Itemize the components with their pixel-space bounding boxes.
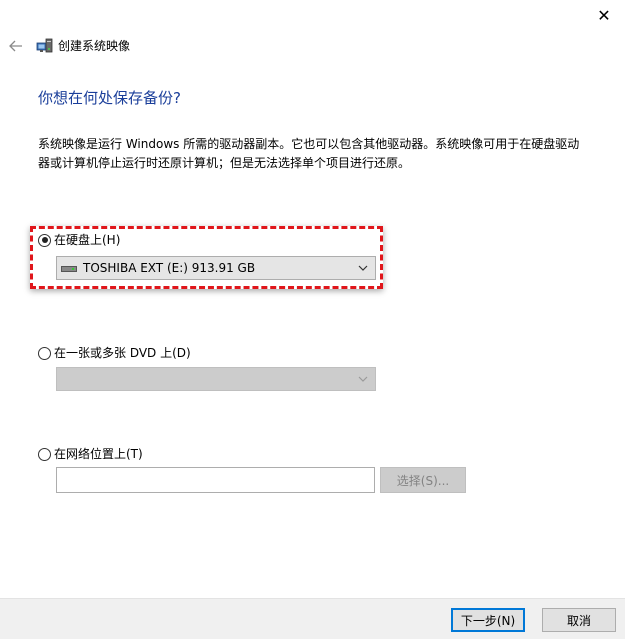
hard-disk-selected-value: TOSHIBA EXT (E:) 913.91 GB (83, 261, 256, 275)
network-path-input[interactable] (56, 467, 375, 493)
system-image-icon (36, 38, 54, 54)
chevron-down-icon (357, 372, 369, 386)
arrow-left-icon (9, 40, 22, 52)
chevron-down-icon (357, 261, 369, 275)
radio-button-dvd[interactable] (38, 346, 51, 360)
dvd-dropdown[interactable] (56, 367, 376, 391)
window-title: 创建系统映像 (58, 39, 131, 53)
radio-hard-disk[interactable]: 在硬盘上(H) (38, 232, 120, 248)
footer-bar (0, 598, 625, 639)
next-button[interactable]: 下一步(N) (451, 608, 525, 632)
back-button[interactable] (6, 36, 26, 56)
browse-button[interactable]: 选择(S)... (380, 467, 466, 493)
radio-label-dvd: 在一张或多张 DVD 上(D) (54, 346, 191, 360)
radio-network[interactable]: 在网络位置上(T) (38, 446, 143, 462)
close-button[interactable]: ✕ (589, 3, 619, 27)
hard-disk-dropdown[interactable]: TOSHIBA EXT (E:) 913.91 GB (56, 256, 376, 280)
radio-button-hard-disk[interactable] (38, 233, 51, 247)
page-description: 系统映像是运行 Windows 所需的驱动器副本。它也可以包含其他驱动器。系统映… (38, 137, 580, 170)
hard-drive-icon (61, 266, 77, 272)
page-heading: 你想在何处保存备份? (38, 89, 181, 107)
radio-dvd[interactable]: 在一张或多张 DVD 上(D) (38, 345, 191, 361)
close-icon: ✕ (597, 5, 611, 25)
radio-label-network: 在网络位置上(T) (54, 447, 143, 461)
radio-button-network[interactable] (38, 447, 51, 461)
cancel-button[interactable]: 取消 (542, 608, 616, 632)
radio-label-hard-disk: 在硬盘上(H) (54, 233, 121, 247)
